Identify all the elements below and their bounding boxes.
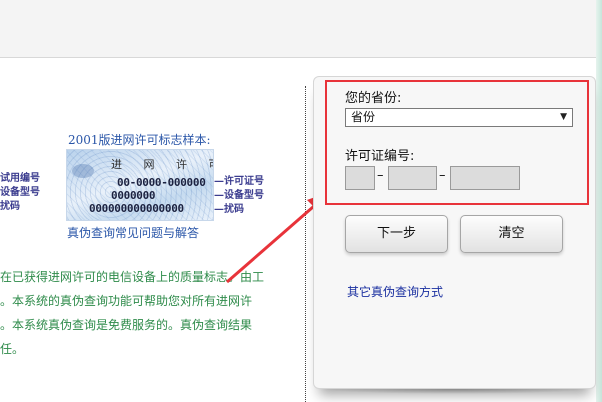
- card-label-scramble-left: 扰码: [0, 201, 20, 212]
- description-line: 。本系统的真伪查询功能可帮助您对所有进网许: [0, 294, 253, 308]
- top-banner: [0, 0, 602, 58]
- clear-button[interactable]: 清空: [460, 215, 563, 253]
- description-line: 任。: [0, 342, 25, 356]
- sample-title: 2001版进网许可标志样本:: [68, 133, 211, 147]
- page-edge-strip: [596, 0, 602, 402]
- license-sample-card: 进 网 许 可 00-0000-000000 0000000 000000000…: [66, 149, 214, 221]
- card-header: 进 网 许 可: [111, 158, 213, 171]
- card-license-number: 00-0000-000000: [117, 176, 206, 189]
- next-button[interactable]: 下一步: [345, 215, 448, 253]
- highlight-box: [325, 80, 589, 205]
- card-scramble-code: 000000000000000: [89, 202, 184, 215]
- other-query-methods-link[interactable]: 其它真伪查询方式: [347, 283, 443, 300]
- card-label-trial-number: 试用编号: [0, 173, 40, 184]
- description-line: 。本系统真伪查询是免费服务的。真伪查询结果: [0, 318, 253, 332]
- card-logo-icon: [72, 164, 94, 178]
- card-label-device-model-left: 设备型号: [0, 187, 40, 198]
- card-model-number: 0000000: [111, 189, 156, 202]
- faq-link[interactable]: 真伪查询常见问题与解答: [67, 224, 199, 241]
